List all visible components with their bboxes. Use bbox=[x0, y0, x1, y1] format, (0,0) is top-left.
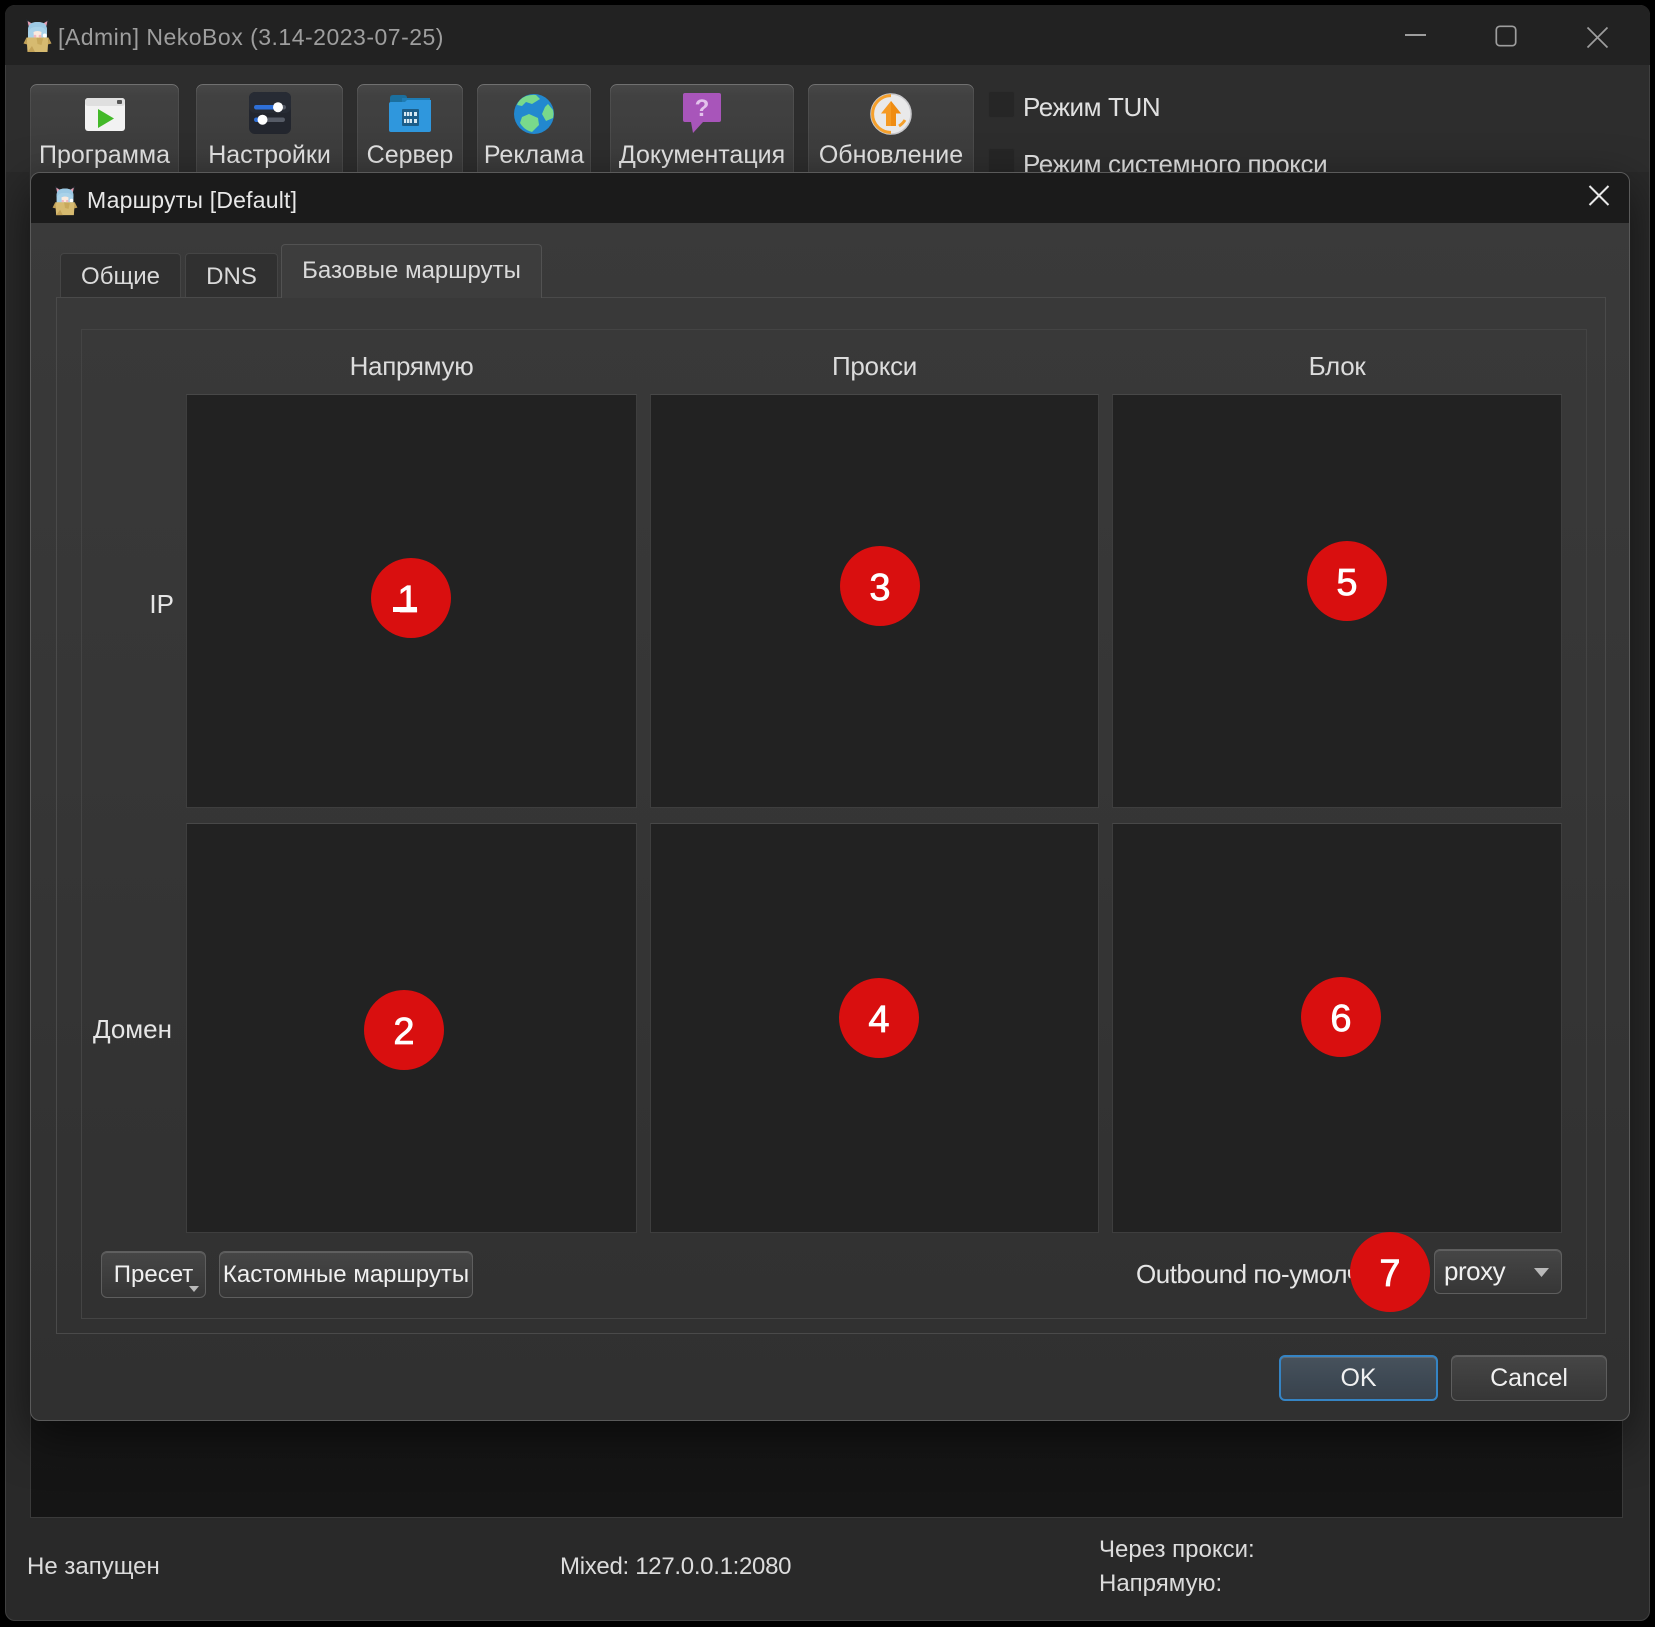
svg-text:?: ? bbox=[695, 95, 710, 122]
